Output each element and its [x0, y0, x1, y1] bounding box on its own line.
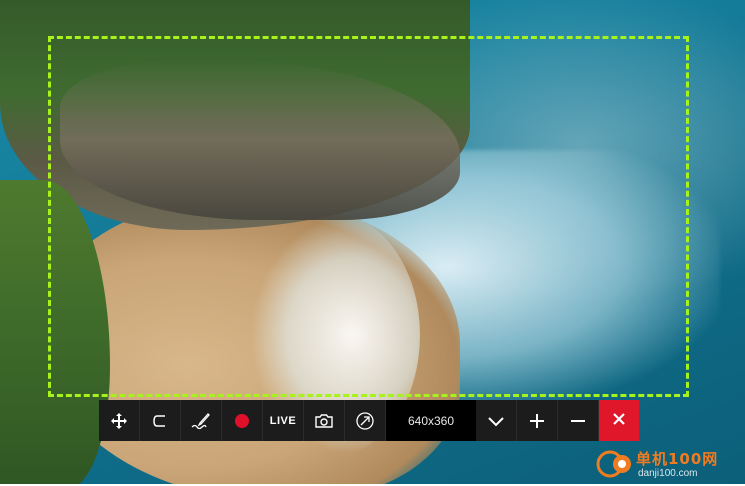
zoom-in-button[interactable] [517, 400, 558, 441]
pen-icon [191, 412, 211, 430]
watermark-url: danji100.com [638, 468, 698, 479]
move-button[interactable] [99, 400, 140, 441]
record-icon [234, 413, 250, 429]
watermark-text: 单机100网 [636, 450, 719, 468]
size-dropdown-button[interactable] [476, 400, 517, 441]
screenshot-button[interactable] [304, 400, 345, 441]
live-label: LIVE [269, 414, 297, 427]
capture-selection-area[interactable] [48, 36, 689, 397]
move-icon [110, 412, 128, 430]
watermark: 单机100网 danji100.com [596, 440, 745, 484]
size-display[interactable]: 640x360 [386, 400, 476, 441]
plus-icon [529, 413, 545, 429]
record-button[interactable] [222, 400, 263, 441]
zoom-out-button[interactable] [558, 400, 599, 441]
link-icon [355, 411, 375, 431]
camera-icon [314, 413, 334, 429]
lasso-button[interactable] [140, 400, 181, 441]
live-button[interactable]: LIVE [263, 400, 304, 441]
chevron-down-icon [487, 415, 505, 427]
minus-icon [570, 413, 586, 429]
close-icon [612, 411, 626, 430]
lasso-icon [151, 412, 169, 430]
pen-button[interactable] [181, 400, 222, 441]
link-button[interactable] [345, 400, 386, 441]
capture-toolbar: LIVE 640x360 [99, 400, 639, 441]
close-button[interactable] [599, 400, 639, 441]
watermark-logo-icon [596, 444, 634, 482]
